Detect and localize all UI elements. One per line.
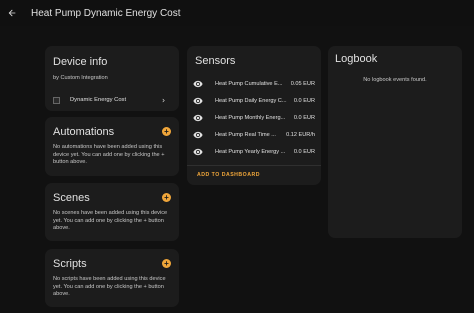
scripts-title: Scripts: [53, 258, 87, 270]
eye-icon: [193, 96, 205, 106]
sensor-name: Heat Pump Yearly Energy ...: [215, 149, 286, 155]
device-info-card: Device info by Custom Integration Dynami…: [45, 46, 179, 111]
back-button[interactable]: [1, 2, 23, 24]
add-scene-button[interactable]: +: [162, 193, 171, 202]
sensor-row[interactable]: Heat Pump Yearly Energy ... 0.0 EUR: [187, 146, 321, 158]
add-to-dashboard-button[interactable]: ADD TO DASHBOARD: [197, 172, 260, 178]
eye-icon: [193, 79, 205, 89]
integration-byline: by Custom Integration: [53, 75, 108, 81]
sensor-name: Heat Pump Real Time ...: [215, 132, 276, 138]
sensor-row[interactable]: Heat Pump Real Time ... 0.12 EUR/h: [187, 129, 321, 141]
top-app-bar: Heat Pump Dynamic Energy Cost: [0, 0, 474, 26]
sensors-card: Sensors Heat Pump Cumulative E... 0.05 E…: [187, 46, 321, 185]
scripts-card: Scripts + No scripts have been added usi…: [45, 249, 179, 307]
sensor-value: 0.0 EUR: [293, 98, 315, 104]
sensor-value: 0.05 EUR: [290, 81, 315, 87]
plus-icon: +: [164, 193, 169, 202]
sensor-value: 0.0 EUR: [293, 115, 315, 121]
plus-icon: +: [164, 127, 169, 136]
logbook-card: Logbook No logbook events found.: [328, 46, 462, 238]
device-name: Dynamic Energy Cost: [70, 97, 127, 103]
sensor-name: Heat Pump Monthly Energ...: [215, 115, 286, 121]
eye-icon: [193, 147, 205, 157]
device-info-title: Device info: [53, 56, 108, 68]
sensors-title: Sensors: [195, 55, 236, 67]
scenes-card: Scenes + No scenes have been added using…: [45, 183, 179, 241]
automations-empty-text: No automations have been added using thi…: [53, 144, 165, 166]
automations-title: Automations: [53, 126, 115, 138]
integration-logo-icon: [53, 96, 60, 104]
logbook-title: Logbook: [335, 53, 378, 65]
sensor-row[interactable]: Heat Pump Monthly Energ... 0.0 EUR: [187, 112, 321, 124]
logbook-empty-text: No logbook events found.: [363, 77, 427, 83]
device-link[interactable]: Dynamic Energy Cost: [49, 93, 175, 107]
page-title: Heat Pump Dynamic Energy Cost: [31, 7, 181, 19]
automations-card: Automations + No automations have been a…: [45, 117, 179, 176]
plus-icon: +: [164, 259, 169, 268]
scripts-empty-text: No scripts have been added using this de…: [53, 276, 166, 298]
eye-icon: [193, 130, 205, 140]
arrow-left-icon: [8, 9, 16, 17]
scenes-empty-text: No scenes have been added using this dev…: [53, 210, 168, 232]
sensor-row[interactable]: Heat Pump Daily Energy C... 0.0 EUR: [187, 95, 321, 107]
sensor-row[interactable]: Heat Pump Cumulative E... 0.05 EUR: [187, 78, 321, 90]
scenes-title: Scenes: [53, 192, 90, 204]
eye-icon: [193, 113, 205, 123]
add-automation-button[interactable]: +: [162, 127, 171, 136]
sensor-value: 0.0 EUR: [293, 149, 315, 155]
sensor-name: Heat Pump Cumulative E...: [215, 81, 283, 87]
card-divider: [187, 165, 321, 166]
sensor-value: 0.12 EUR/h: [286, 132, 315, 138]
add-script-button[interactable]: +: [162, 259, 171, 268]
sensor-name: Heat Pump Daily Energy C...: [215, 98, 287, 104]
chevron-right-icon: [160, 97, 167, 104]
